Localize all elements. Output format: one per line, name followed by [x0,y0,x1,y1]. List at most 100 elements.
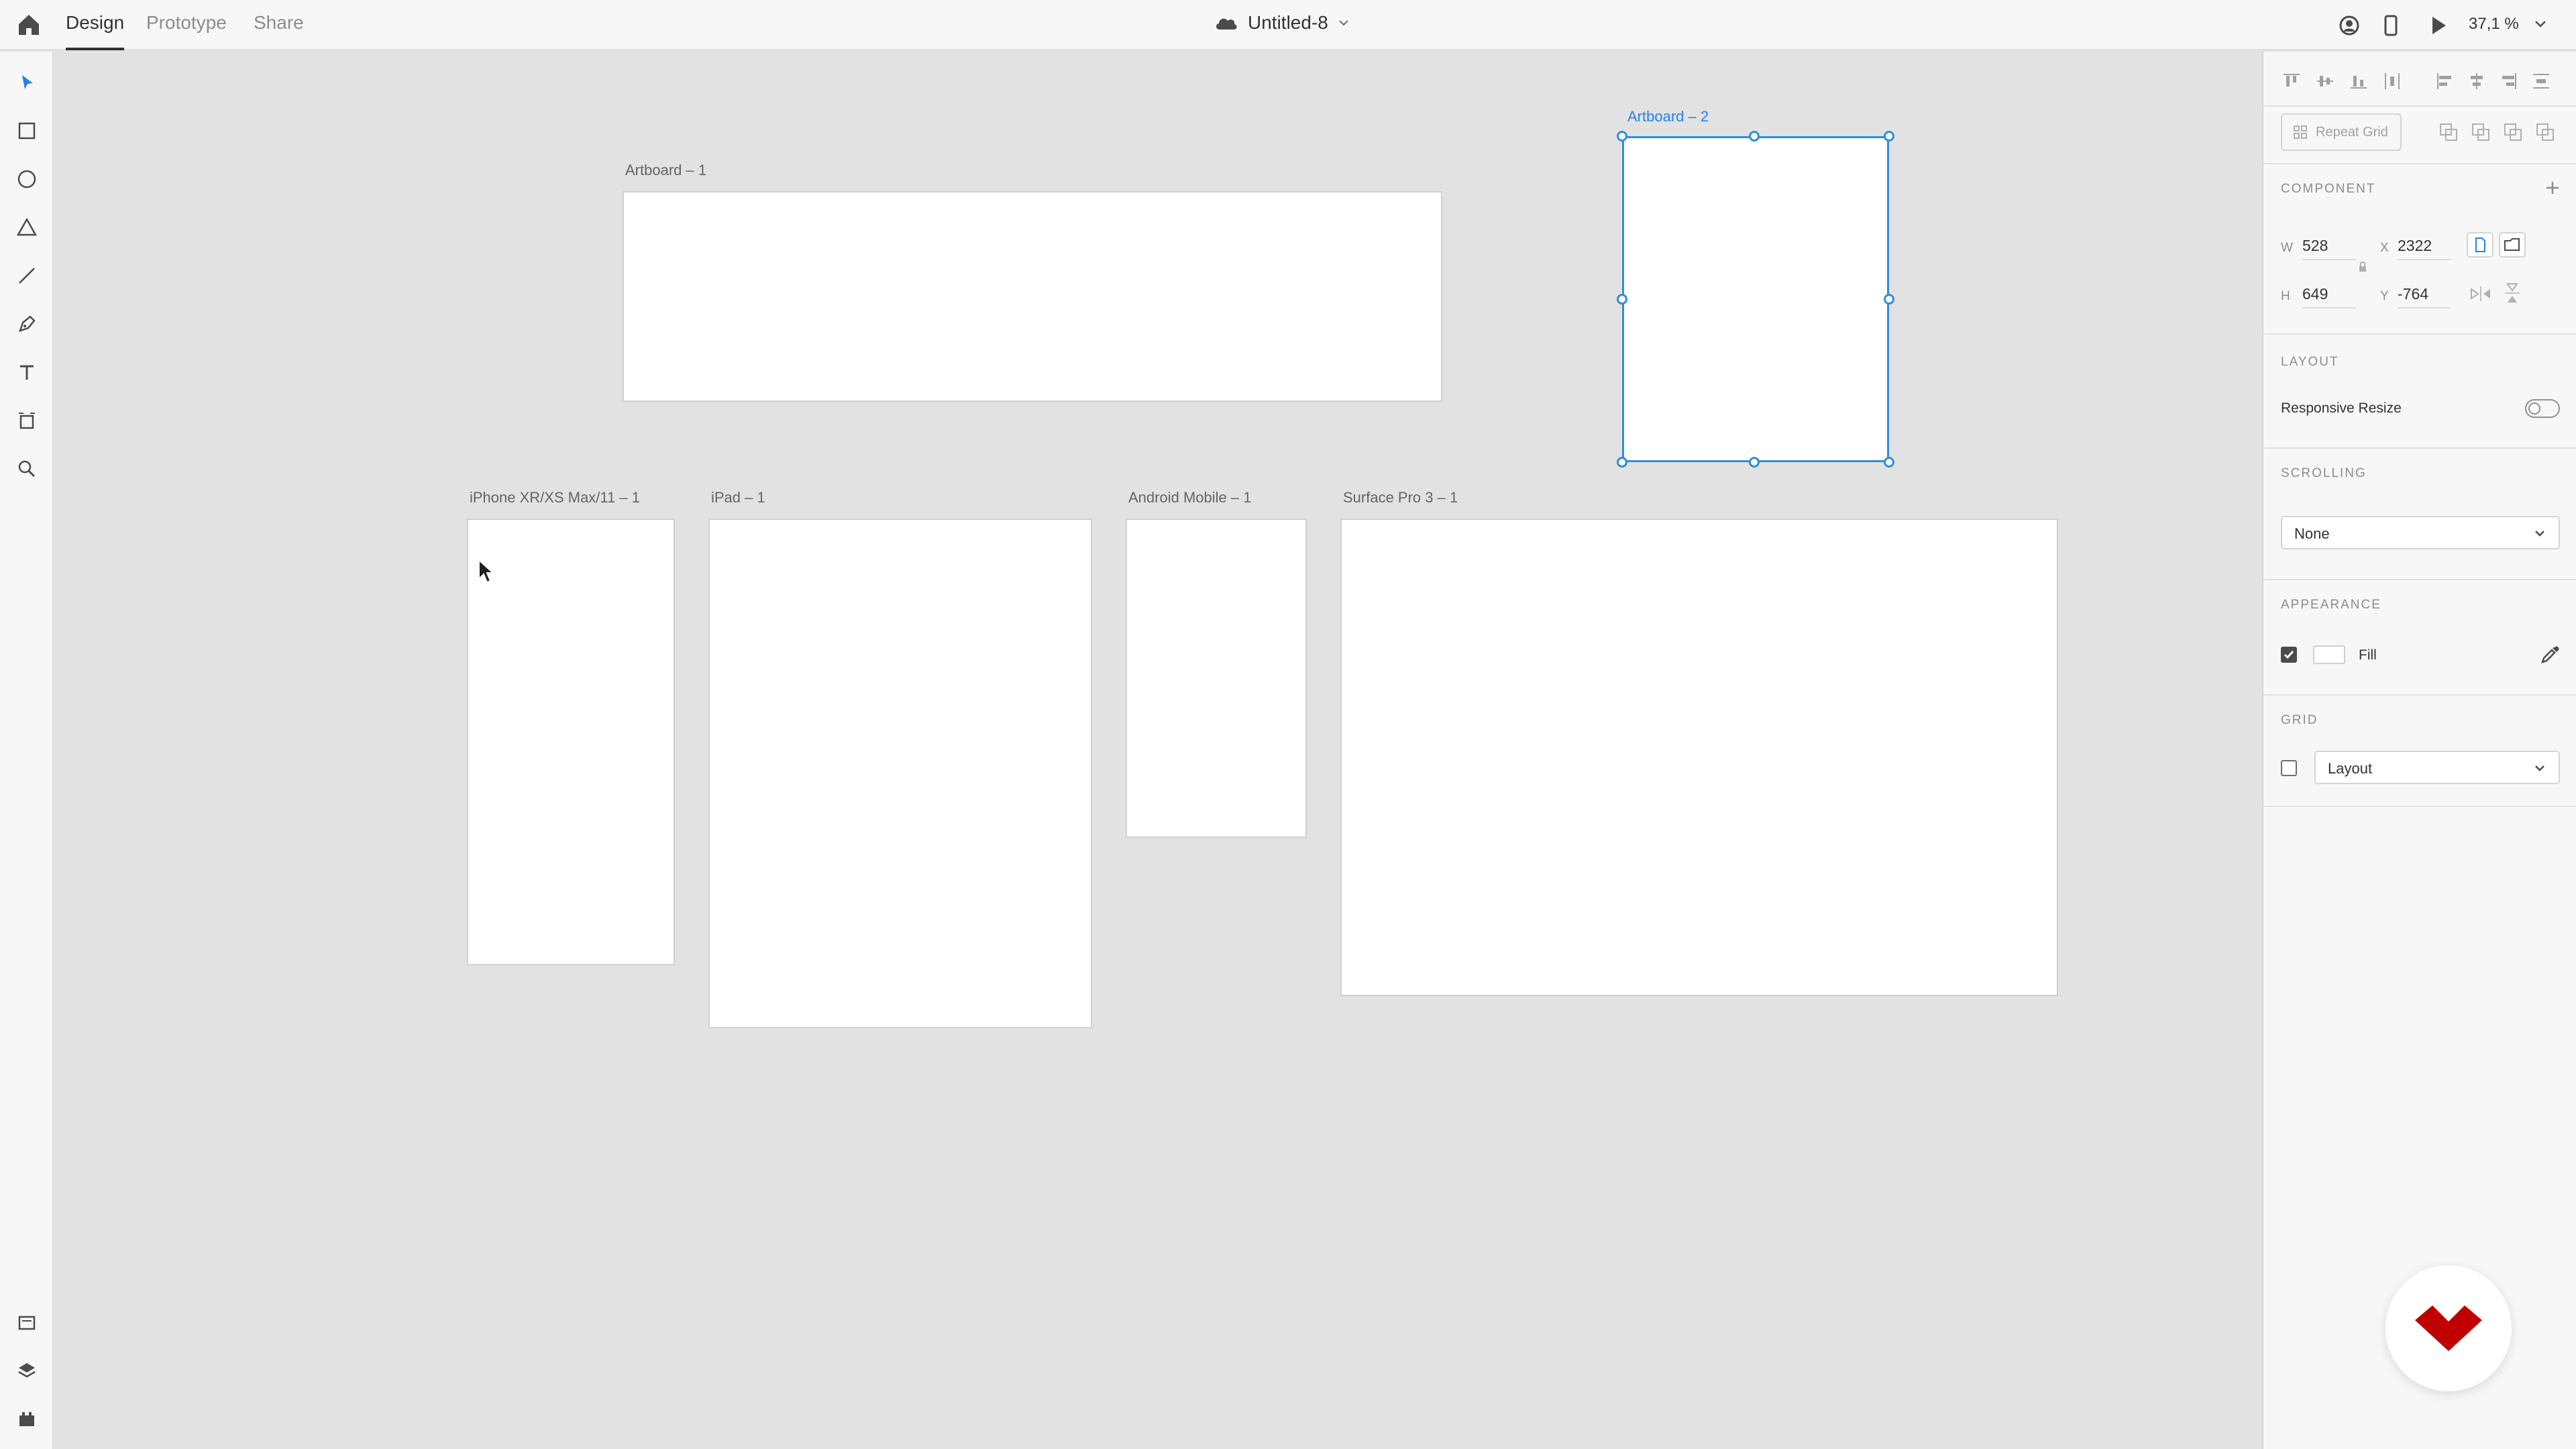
resize-handle[interactable] [1884,294,1894,305]
height-field[interactable]: 649 [2302,285,2356,309]
divider [2263,694,2576,696]
distribute-horizontal-icon[interactable] [2379,68,2406,95]
tab-design[interactable]: Design [66,12,125,50]
tab-prototype[interactable]: Prototype [146,12,227,50]
pen-tool-icon[interactable] [13,311,40,337]
appearance-section-title: APPEARANCE [2281,598,2381,612]
artboard-label[interactable]: iPhone XR/XS Max/11 – 1 [470,489,640,506]
resize-handle[interactable] [1749,131,1760,142]
divider [2263,806,2576,807]
grid-section-title: GRID [2281,713,2318,727]
resize-handle[interactable] [1884,131,1894,142]
repeat-grid-icon [2294,125,2307,139]
chevron-down-icon [2535,765,2544,771]
align-bottom-icon[interactable] [2345,68,2372,95]
home-icon[interactable] [15,11,43,39]
device-preview-icon[interactable] [2379,13,2403,38]
boolean-exclude-icon[interactable] [2533,120,2557,144]
flip-vertical-icon[interactable] [2502,281,2522,305]
ellipse-tool-icon[interactable] [13,166,40,193]
grid-checkbox[interactable] [2281,760,2297,776]
align-middle-icon[interactable] [2312,68,2339,95]
property-inspector: Repeat Grid COMPONENT W 528 X 2322 H 649… [2262,52,2576,1449]
design-canvas[interactable]: Artboard – 1 Artboard – 2 iPhone XR/XS M… [54,52,2262,1449]
align-center-icon[interactable] [2463,68,2490,95]
artboard[interactable] [623,191,1442,402]
lock-aspect-icon[interactable] [2356,258,2369,278]
width-field[interactable]: 528 [2302,237,2356,260]
artboard-label-selected[interactable]: Artboard – 2 [1627,108,1709,125]
add-component-icon[interactable] [2542,178,2563,198]
artboard[interactable] [1126,519,1307,838]
zoom-level[interactable]: 37,1 % [2469,15,2519,34]
responsive-resize-toggle[interactable] [2525,399,2560,418]
play-icon[interactable] [2426,13,2450,38]
repeat-grid-button[interactable]: Repeat Grid [2281,113,2402,151]
resize-handle[interactable] [1884,457,1894,468]
artboard[interactable] [467,519,675,965]
fixed-height-icon[interactable] [2497,230,2528,260]
align-top-icon[interactable] [2278,68,2305,95]
y-position-field[interactable]: -764 [2398,285,2451,309]
distribute-vertical-icon[interactable] [2528,68,2555,95]
layers-panel-icon[interactable] [13,1357,40,1384]
resize-handle[interactable] [1749,457,1760,468]
artboard-label[interactable]: Surface Pro 3 – 1 [1343,489,1458,506]
selected-artboard[interactable] [1622,136,1889,462]
brand-logo-mark [2415,1305,2482,1351]
mouse-cursor-icon [478,559,495,584]
tab-share[interactable]: Share [254,12,304,50]
assets-panel-icon[interactable] [13,1309,40,1336]
y-label: Y [2380,289,2389,303]
fill-color-swatch[interactable] [2313,645,2345,664]
x-label: X [2380,241,2389,255]
brand-logo [2385,1265,2512,1391]
resize-handle[interactable] [1617,131,1627,142]
flip-horizontal-icon[interactable] [2469,284,2493,304]
chevron-down-icon [1339,20,1348,26]
resize-handle[interactable] [1617,294,1627,305]
align-left-icon[interactable] [2431,68,2458,95]
scrolling-dropdown[interactable]: None [2281,516,2560,549]
grid-type-dropdown[interactable]: Layout [2314,751,2560,784]
scrolling-value: None [2294,525,2330,542]
artboard-tool-icon[interactable] [13,407,40,434]
eyedropper-icon[interactable] [2538,643,2561,666]
grid-type-value: Layout [2328,760,2373,777]
artboard-label[interactable]: Artboard – 1 [625,162,706,179]
polygon-tool-icon[interactable] [13,214,40,241]
boolean-subtract-icon[interactable] [2469,120,2493,144]
layout-section-title: LAYOUT [2281,355,2339,369]
text-tool-icon[interactable] [13,359,40,386]
rectangle-tool-icon[interactable] [13,117,40,144]
boolean-intersect-icon[interactable] [2501,120,2525,144]
cloud-icon [1216,18,1237,30]
zoom-tool-icon[interactable] [13,455,40,482]
fill-checkbox[interactable] [2281,647,2297,663]
boolean-add-icon[interactable] [2436,120,2461,144]
x-position-field[interactable]: 2322 [2398,237,2451,260]
zoom-chevron-icon[interactable] [2533,16,2548,31]
width-label: W [2281,241,2293,255]
artboard[interactable] [1340,519,2058,996]
document-title-text: Untitled-8 [1248,12,1328,33]
chevron-down-icon [2535,531,2544,537]
repeat-grid-label: Repeat Grid [2316,124,2388,140]
fill-label: Fill [2359,647,2377,663]
resize-handle[interactable] [1617,457,1627,468]
select-tool-icon[interactable] [13,69,40,96]
checkmark-icon [2284,651,2294,659]
align-right-icon[interactable] [2496,68,2522,95]
artboard[interactable] [708,519,1092,1028]
tool-bar [0,52,54,1449]
artboard-label[interactable]: Android Mobile – 1 [1128,489,1251,506]
scrolling-section-title: SCROLLING [2281,466,2367,480]
document-title[interactable]: Untitled-8 [1214,12,1350,34]
share-user-icon[interactable] [2337,13,2361,38]
artboard-label[interactable]: iPad – 1 [711,489,765,506]
plugins-panel-icon[interactable] [13,1405,40,1432]
divider [2263,105,2576,107]
line-tool-icon[interactable] [13,262,40,289]
fixed-width-icon[interactable] [2465,230,2496,260]
divider [2263,163,2576,164]
